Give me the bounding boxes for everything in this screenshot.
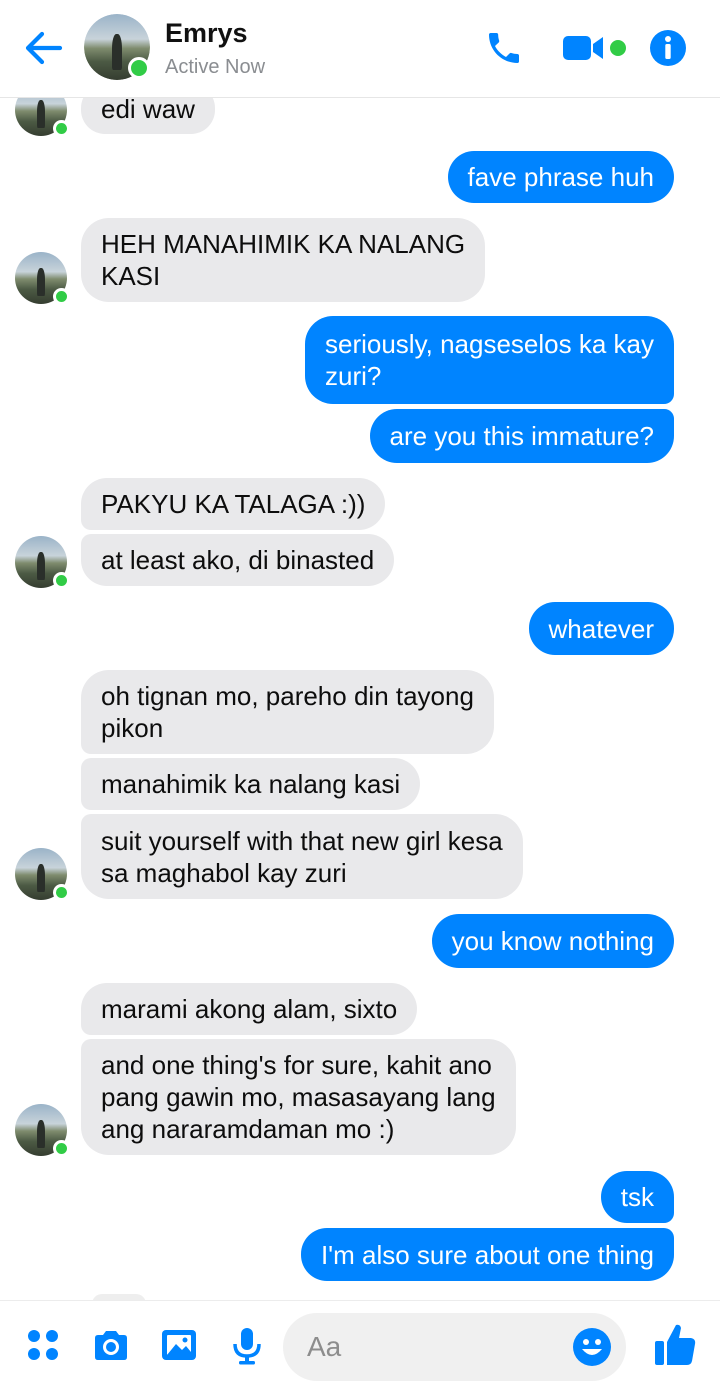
active-status: Active Now (165, 56, 266, 78)
message-bubble-incoming[interactable]: manahimik ka nalang kasi (81, 758, 421, 810)
message-bubble-outgoing[interactable]: whatever (528, 602, 674, 655)
contact-avatar[interactable] (15, 1104, 70, 1157)
microphone-icon (233, 1328, 261, 1365)
back-button[interactable] (22, 26, 66, 70)
emoji-button[interactable] (572, 1327, 612, 1367)
message-composer (0, 1300, 720, 1389)
info-icon (650, 30, 686, 66)
message-bubble-incoming[interactable]: suit yourself with that new girl kesa sa… (81, 814, 523, 899)
message-bubble-outgoing[interactable]: seriously, nagseselos ka kay zuri? (304, 316, 674, 404)
message-bubble-outgoing[interactable]: fave phrase huh (447, 151, 674, 203)
message-thread[interactable]: edi waw fave phrase huh HEH MANAHIMIK KA… (0, 0, 720, 1300)
gallery-icon (162, 1330, 196, 1360)
gallery-button[interactable] (159, 1325, 199, 1365)
camera-button[interactable] (91, 1325, 131, 1365)
video-camera-icon (563, 36, 626, 60)
online-indicator (128, 57, 150, 79)
info-button[interactable] (648, 28, 688, 68)
video-call-button[interactable] (562, 28, 628, 68)
message-bubble-outgoing[interactable]: I'm also sure about one thing (300, 1228, 674, 1281)
message-bubble-incoming[interactable]: HEH MANAHIMIK KA NALANG KASI (81, 218, 486, 302)
online-indicator (53, 884, 70, 901)
phone-icon (489, 33, 519, 63)
like-button[interactable] (652, 1321, 698, 1367)
message-bubble-incoming[interactable]: oh tignan mo, pareho din tayong pikon (81, 670, 494, 754)
apps-button[interactable] (23, 1325, 63, 1365)
camera-icon (95, 1331, 127, 1360)
message-bubble-outgoing[interactable]: tsk (600, 1171, 674, 1223)
call-button[interactable] (484, 28, 524, 68)
contact-avatar[interactable] (15, 252, 70, 305)
message-bubble-incoming[interactable]: at least ako, di binasted (81, 534, 395, 586)
contact-avatar[interactable] (15, 848, 70, 901)
message-bubble-outgoing[interactable]: are you this immature? (369, 409, 674, 463)
online-indicator (53, 572, 70, 589)
voice-button[interactable] (227, 1325, 267, 1365)
online-indicator (53, 120, 70, 137)
message-bubble-incoming[interactable]: PAKYU KA TALAGA :)) (81, 478, 386, 530)
contact-name[interactable]: Emrys (165, 18, 248, 49)
message-bubble-incoming[interactable]: marami akong alam, sixto (81, 983, 418, 1035)
apps-icon (28, 1330, 58, 1360)
message-bubble-outgoing[interactable]: you know nothing (431, 914, 674, 968)
online-indicator (53, 288, 70, 305)
conversation-header: Emrys Active Now (0, 0, 720, 98)
emoji-icon (573, 1328, 611, 1366)
back-arrow-icon (25, 31, 63, 65)
online-indicator (53, 1140, 70, 1157)
thumbs-up-icon (655, 1324, 696, 1365)
message-bubble-incoming[interactable]: and one thing's for sure, kahit ano pang… (81, 1039, 516, 1155)
contact-avatar[interactable] (15, 536, 70, 589)
